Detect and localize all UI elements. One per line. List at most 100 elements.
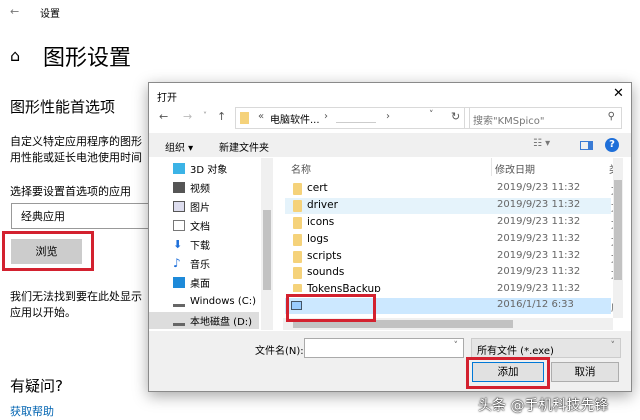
file-name: icons: [307, 216, 335, 228]
page-title: 图形设置: [43, 46, 132, 71]
scrollbar-thumb[interactable]: [614, 180, 622, 280]
nav-label: 音乐: [190, 260, 210, 271]
folder-icon: [293, 200, 302, 212]
filename-label: 文件名(N):: [255, 346, 304, 357]
preview-pane-icon[interactable]: [580, 141, 593, 150]
get-help-link[interactable]: 获取帮助: [10, 403, 54, 419]
folder-icon: [240, 112, 249, 124]
dialog-title: 打开: [157, 93, 177, 104]
forward-arrow-icon[interactable]: →: [183, 110, 192, 123]
search-placeholder: 搜索"KMSpico": [473, 116, 545, 127]
desktop-icon: [173, 277, 185, 288]
up-arrow-icon[interactable]: ↑: [217, 110, 226, 123]
file-row[interactable]: TokensBackup2019/9/23 11:32文: [285, 282, 611, 292]
file-type-filter[interactable]: 所有文件 (*.exe) ˅: [471, 338, 621, 358]
chevron-down-icon[interactable]: ˅: [429, 110, 434, 120]
folder-icon: [293, 183, 302, 195]
file-date: 2019/9/23 11:32: [497, 233, 581, 244]
organize-button[interactable]: 组织 ▾: [165, 139, 193, 154]
folder-icon: [293, 217, 302, 229]
scrollbar-thumb[interactable]: [263, 210, 271, 290]
app-type-value: 经典应用: [21, 210, 65, 223]
breadcrumb-overflow[interactable]: «: [258, 111, 264, 122]
dialog-footer: 文件名(N): ˅ 所有文件 (*.exe) ˅ 添加 取消: [149, 331, 631, 391]
breadcrumb-item[interactable]: 电脑软件...: [270, 111, 320, 126]
breadcrumb-item[interactable]: [336, 122, 376, 123]
refresh-icon[interactable]: ↻: [451, 110, 460, 123]
breadcrumb-separator: ›: [386, 111, 390, 122]
filename-input[interactable]: ˅: [304, 338, 464, 358]
nav-item-downloads[interactable]: ⬇ 下载: [173, 236, 210, 253]
file-date: 2019/9/23 11:32: [497, 283, 581, 292]
file-row[interactable]: driver2019/9/23 11:32文: [285, 198, 621, 214]
open-file-dialog: 打开 ✕ ← → ˅ ↑ « 电脑软件... › › ˅ ↻ 搜索"KMSpic…: [148, 82, 632, 392]
nav-item-videos[interactable]: 视频: [173, 179, 210, 196]
file-row[interactable]: sounds2019/9/23 11:32文: [285, 265, 621, 281]
pictures-icon: [173, 201, 185, 212]
toolbar: 组织 ▾ 新建文件夹 ☷ ▾ ?: [149, 133, 631, 157]
file-row[interactable]: scripts2019/9/23 11:32文: [285, 249, 621, 265]
nav-label: 3D 对象: [190, 165, 228, 176]
back-arrow-icon[interactable]: ←: [159, 110, 168, 123]
nav-scrollbar[interactable]: [261, 158, 273, 330]
select-label: 选择要设置首选项的应用: [10, 185, 131, 198]
nav-label: 文档: [190, 222, 210, 233]
file-row[interactable]: cert2019/9/23 11:32文: [285, 181, 621, 197]
description: 用性能或延长电池使用时间: [10, 151, 142, 164]
filter-value: 所有文件 (*.exe): [477, 346, 554, 357]
file-name: driver: [307, 199, 338, 211]
nav-item-pictures[interactable]: 图片: [173, 198, 210, 215]
new-folder-button[interactable]: 新建文件夹: [219, 139, 269, 154]
cancel-label: 取消: [574, 366, 596, 378]
download-icon: ⬇: [173, 238, 183, 251]
recent-dropdown-icon[interactable]: ˅: [203, 111, 207, 120]
column-header-date[interactable]: 修改日期: [495, 161, 535, 176]
breadcrumb-separator: ›: [324, 111, 328, 122]
help-icon[interactable]: ?: [605, 138, 619, 152]
vertical-scrollbar[interactable]: [613, 158, 623, 318]
cube-icon: [173, 163, 185, 174]
column-divider[interactable]: [491, 158, 492, 176]
file-date: 2019/9/23 11:32: [497, 182, 581, 193]
section-title: 图形性能首选项: [10, 98, 116, 116]
file-date: 2019/9/23 11:32: [497, 199, 581, 210]
nav-item-music[interactable]: ♪ 音乐: [173, 255, 210, 272]
nav-item-3d-objects[interactable]: 3D 对象: [173, 160, 227, 177]
file-name: sounds: [307, 266, 345, 278]
description: 自定义特定应用程序的图形: [10, 135, 142, 148]
search-input[interactable]: 搜索"KMSpico" ⚲: [464, 107, 622, 129]
address-bar[interactable]: « 电脑软件... › › ˅ ↻: [235, 107, 470, 129]
home-icon[interactable]: ⌂: [10, 46, 20, 65]
nav-label: 桌面: [190, 279, 210, 290]
nav-label: 下载: [190, 241, 210, 252]
empty-message: 应用以开始。: [10, 306, 76, 319]
file-date: 2016/1/12 6:33: [497, 299, 574, 310]
chevron-down-icon[interactable]: ˅: [454, 341, 459, 351]
chevron-down-icon: ˅: [610, 341, 616, 351]
drive-icon: [173, 296, 185, 307]
window-title: 设置: [40, 9, 60, 20]
folder-icon: [293, 251, 302, 263]
navigation-pane: 3D 对象 视频 图片 文档 ⬇ 下载 ♪ 音乐 桌面 Windows (C:) 本…: [149, 158, 273, 330]
nav-label: 图片: [190, 203, 210, 214]
file-name: TokensBackup: [307, 283, 381, 292]
watermark: 头条 @手机科技先锋: [478, 398, 609, 414]
documents-icon: [173, 220, 185, 231]
video-icon: [173, 182, 185, 193]
nav-item-drive-d[interactable]: 本地磁盘 (D:): [149, 312, 259, 329]
cancel-button[interactable]: 取消: [551, 362, 619, 382]
close-icon[interactable]: ✕: [613, 86, 624, 101]
file-name: cert: [307, 182, 328, 194]
column-header-name[interactable]: 名称: [291, 161, 311, 176]
nav-item-drive-c[interactable]: Windows (C:): [173, 293, 256, 310]
back-icon[interactable]: ←: [10, 5, 19, 18]
view-options-icon[interactable]: ☷ ▾: [533, 138, 550, 149]
file-row[interactable]: logs2019/9/23 11:32文: [285, 232, 621, 248]
nav-item-desktop[interactable]: 桌面: [173, 274, 210, 291]
highlight-box: [2, 231, 94, 271]
empty-message: 我们无法找到要在此处显示: [10, 290, 142, 303]
nav-item-documents[interactable]: 文档: [173, 217, 210, 234]
nav-label: 本地磁盘 (D:): [190, 317, 253, 328]
file-row[interactable]: icons2019/9/23 11:32文: [285, 215, 621, 231]
app-type-dropdown[interactable]: 经典应用: [11, 203, 161, 229]
